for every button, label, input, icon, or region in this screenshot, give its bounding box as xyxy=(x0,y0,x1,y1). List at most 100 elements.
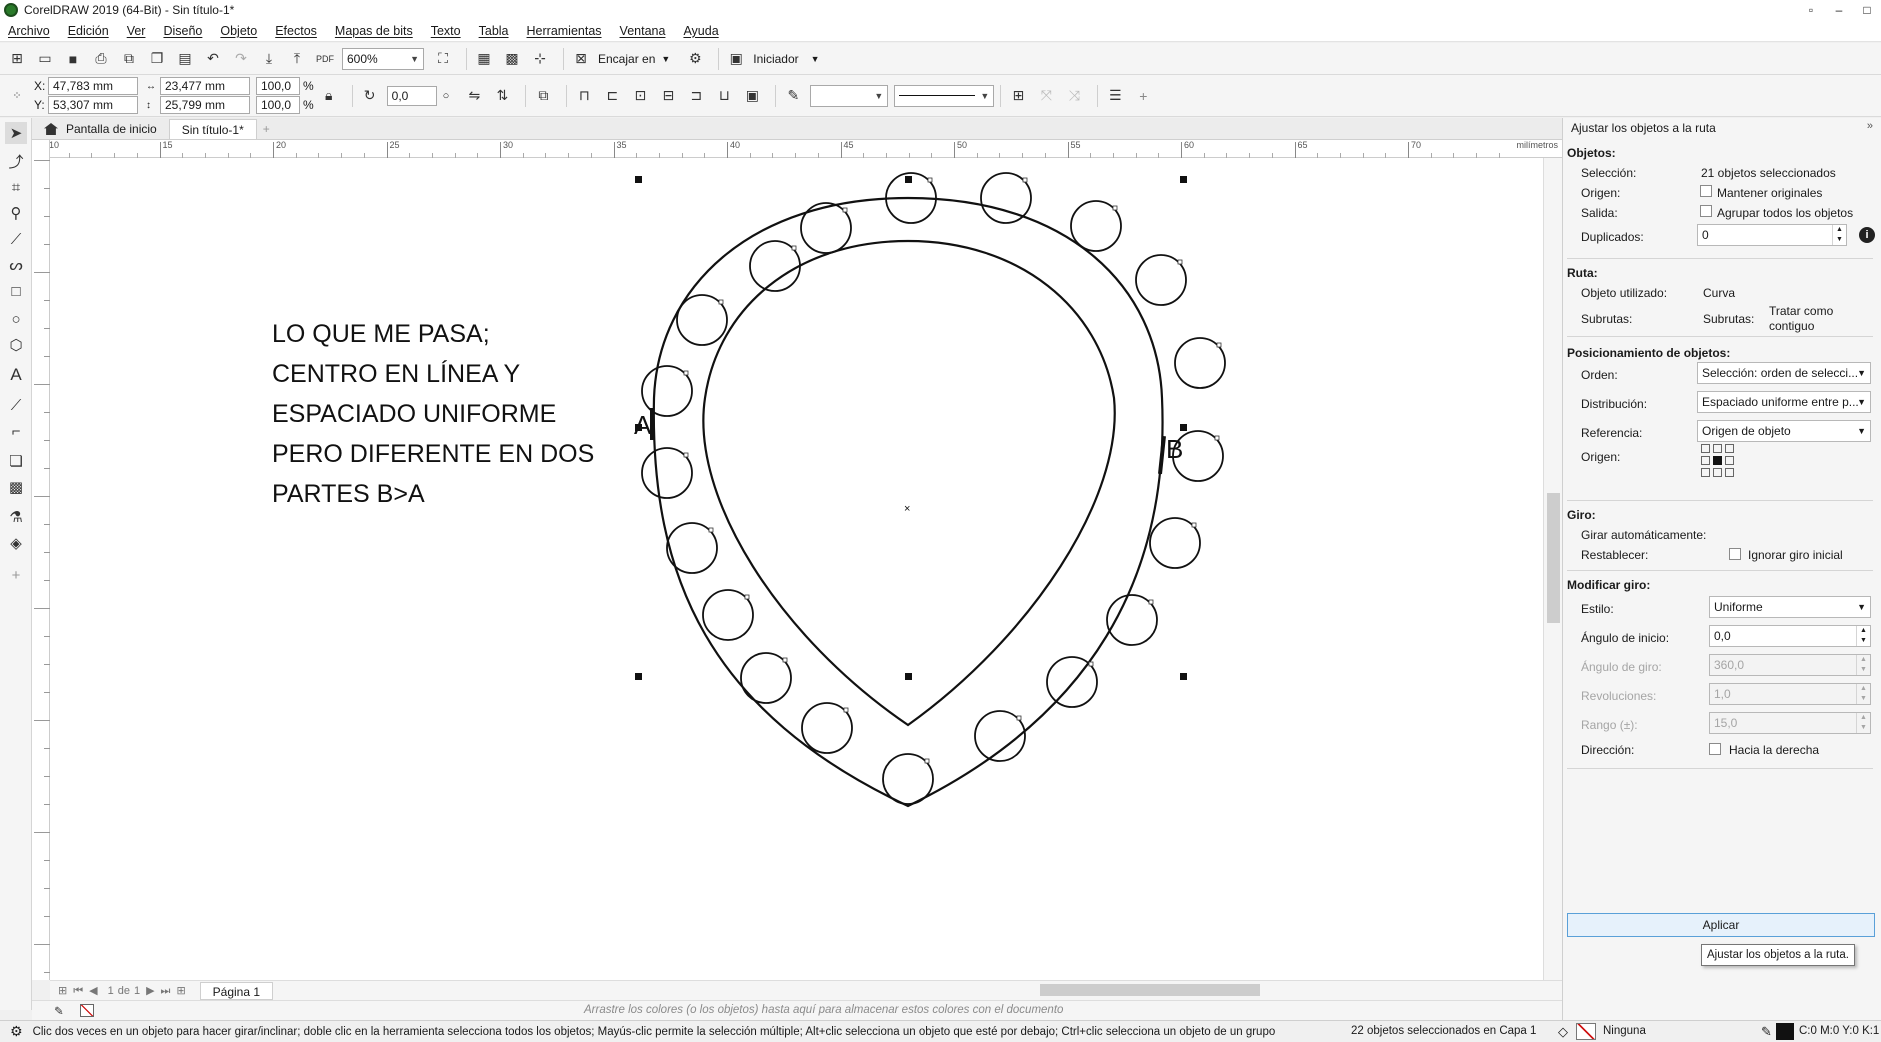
freehand-tool-icon[interactable]: ⟋ xyxy=(5,228,27,250)
vertical-ruler[interactable] xyxy=(32,140,50,980)
snap-to-icon[interactable]: ⊠ xyxy=(570,48,592,70)
save-icon[interactable]: ■ xyxy=(62,48,84,70)
drop-shadow-icon[interactable]: ❏ xyxy=(5,450,27,472)
start-angle-field[interactable]: 0,0 ▲ ▼ xyxy=(1709,625,1871,647)
undo-icon[interactable]: ↶ xyxy=(202,48,224,70)
launcher-dropdown[interactable]: Iniciador xyxy=(753,52,798,66)
menu-diseno[interactable]: Diseño xyxy=(163,24,202,38)
minimize-button[interactable]: – xyxy=(1825,0,1853,20)
mirror-vertical-icon[interactable]: ⇅ xyxy=(491,85,513,107)
zoom-tool-icon[interactable]: ⚲ xyxy=(5,202,27,224)
parallel-dimension-icon[interactable]: ⟋ xyxy=(5,394,27,416)
restore-window-icon[interactable]: ▫ xyxy=(1797,0,1825,20)
break-apart-icon[interactable]: ⤨ xyxy=(1063,85,1085,107)
outline-pen-icon[interactable]: ✎ xyxy=(782,85,804,107)
width-field[interactable]: 23,477 mm xyxy=(160,77,250,95)
wrap-text-icon[interactable]: ⊞ xyxy=(1007,85,1029,107)
distribution-select[interactable]: Espaciado uniforme entre p... ▼ xyxy=(1697,391,1871,413)
document-palette[interactable]: ✎ Arrastre los colores (o los objetos) h… xyxy=(32,1000,1562,1020)
eyedropper-icon[interactable]: ✎ xyxy=(54,1004,64,1018)
spin-arrows-icon[interactable]: ▲ ▼ xyxy=(1832,225,1846,245)
menu-edicion[interactable]: Edición xyxy=(68,24,109,38)
launcher-icon[interactable]: ▣ xyxy=(725,48,747,70)
pick-tool-icon[interactable]: ➤ xyxy=(5,122,27,144)
copy-icon[interactable]: ❐ xyxy=(146,48,168,70)
new-tab-button[interactable]: + xyxy=(257,119,276,139)
maximize-button[interactable]: □ xyxy=(1853,0,1881,20)
eyedropper-icon[interactable]: ⚗ xyxy=(5,506,27,528)
style-select[interactable]: Uniforme ▼ xyxy=(1709,596,1871,618)
new-document-icon[interactable]: ⊞ xyxy=(6,48,28,70)
page-nav-icons[interactable]: ⊞⏮◀ xyxy=(58,984,104,998)
align-distribute-icon[interactable]: ☰ xyxy=(1104,85,1126,107)
height-field[interactable]: 25,799 mm xyxy=(160,96,250,114)
page-nav-next-icons[interactable]: ▶⏭⊞ xyxy=(146,984,192,998)
reference-select[interactable]: Origen de objeto ▼ xyxy=(1697,420,1871,442)
menu-mapas-de-bits[interactable]: Mapas de bits xyxy=(335,24,413,38)
menu-efectos[interactable]: Efectos xyxy=(275,24,317,38)
chevron-down-icon[interactable]: ▼ xyxy=(811,54,820,64)
export-icon[interactable]: ⤒ xyxy=(286,48,308,70)
rotation-angle-field[interactable]: 0,0 xyxy=(386,85,437,106)
simplify-icon[interactable]: ⊟ xyxy=(657,85,679,107)
menu-ver[interactable]: Ver xyxy=(127,24,146,38)
pdf-export-button[interactable]: PDF xyxy=(314,48,336,70)
no-color-swatch[interactable] xyxy=(80,1004,94,1017)
scale-y-field[interactable]: 100,0 xyxy=(256,96,300,114)
chevron-down-icon[interactable]: ▼ xyxy=(661,54,670,64)
import-icon[interactable]: ⤓ xyxy=(258,48,280,70)
polygon-tool-icon[interactable]: ⬡ xyxy=(5,334,27,356)
origin-grid-selector[interactable] xyxy=(1701,444,1735,478)
add-toolbar-icon[interactable]: + xyxy=(1132,85,1154,107)
page-1-tab[interactable]: Página 1 xyxy=(199,981,274,1000)
text-tool-icon[interactable]: A xyxy=(5,364,27,386)
status-gear-icon[interactable]: ⚙ xyxy=(10,1023,23,1040)
group-all-checkbox[interactable] xyxy=(1700,205,1712,217)
snap-to-dropdown[interactable]: Encajar en xyxy=(598,52,655,66)
cut-icon[interactable]: ⧉ xyxy=(118,48,140,70)
menu-ventana[interactable]: Ventana xyxy=(620,24,666,38)
shape-tool-icon[interactable]: ⤴ xyxy=(5,150,27,172)
redo-icon[interactable]: ↷ xyxy=(230,48,252,70)
info-icon[interactable]: i xyxy=(1859,227,1875,243)
weld-icon[interactable]: ⊓ xyxy=(573,85,595,107)
spin-arrows-icon[interactable]: ▲ ▼ xyxy=(1856,626,1870,646)
y-position-field[interactable]: 53,307 mm xyxy=(48,96,138,114)
menu-archivo[interactable]: Archivo xyxy=(8,24,50,38)
collapse-docker-icon[interactable]: » xyxy=(1867,120,1873,132)
show-guides-icon[interactable]: ⊹ xyxy=(529,48,551,70)
crop-tool-icon[interactable]: ⌗ xyxy=(5,176,27,198)
direction-checkbox[interactable] xyxy=(1709,743,1721,755)
full-screen-icon[interactable]: ⛶ xyxy=(432,48,454,70)
back-minus-front-icon[interactable]: ⊔ xyxy=(713,85,735,107)
menu-herramientas[interactable]: Herramientas xyxy=(527,24,602,38)
ignore-rotation-checkbox[interactable] xyxy=(1729,548,1741,560)
ellipse-tool-icon[interactable]: ○ xyxy=(5,308,27,330)
menu-objeto[interactable]: Objeto xyxy=(220,24,257,38)
horizontal-scrollbar-thumb[interactable] xyxy=(1040,984,1260,996)
options-gear-icon[interactable]: ⚙ xyxy=(684,48,706,70)
keep-originals-checkbox[interactable] xyxy=(1700,185,1712,197)
vertical-scrollbar-thumb[interactable] xyxy=(1547,493,1560,623)
rectangle-tool-icon[interactable]: □ xyxy=(5,280,27,302)
tab-document[interactable]: Sin título-1* xyxy=(168,119,257,139)
horizontal-ruler[interactable]: 10 15 20 25 30 35 40 45 50 55 60 65 70 milímetros xyxy=(46,140,1562,158)
menu-texto[interactable]: Texto xyxy=(431,24,461,38)
mirror-horizontal-icon[interactable]: ⇋ xyxy=(463,85,485,107)
front-minus-back-icon[interactable]: ⊐ xyxy=(685,85,707,107)
group-icon[interactable]: ⧉ xyxy=(532,85,554,107)
line-style-select[interactable]: ▼ xyxy=(894,84,995,107)
open-folder-icon[interactable]: ▭ xyxy=(34,48,56,70)
create-boundary-icon[interactable]: ▣ xyxy=(741,85,763,107)
tab-welcome-screen[interactable]: Pantalla de inicio xyxy=(32,119,169,139)
trim-icon[interactable]: ⊏ xyxy=(601,85,623,107)
show-grid-icon[interactable]: ▩ xyxy=(501,48,523,70)
transparency-icon[interactable]: ▩ xyxy=(5,476,27,498)
object-origin-icon[interactable]: ⁘ xyxy=(6,85,28,107)
outline-width-select[interactable]: ▼ xyxy=(810,84,889,107)
show-rulers-icon[interactable]: ▦ xyxy=(473,48,495,70)
x-position-field[interactable]: 47,783 mm xyxy=(48,77,138,95)
lock-ratio-icon[interactable]: 🔒︎ xyxy=(318,85,340,107)
duplicates-field[interactable]: 0 ▲ ▼ xyxy=(1697,224,1847,246)
scale-x-field[interactable]: 100,0 xyxy=(256,77,300,95)
